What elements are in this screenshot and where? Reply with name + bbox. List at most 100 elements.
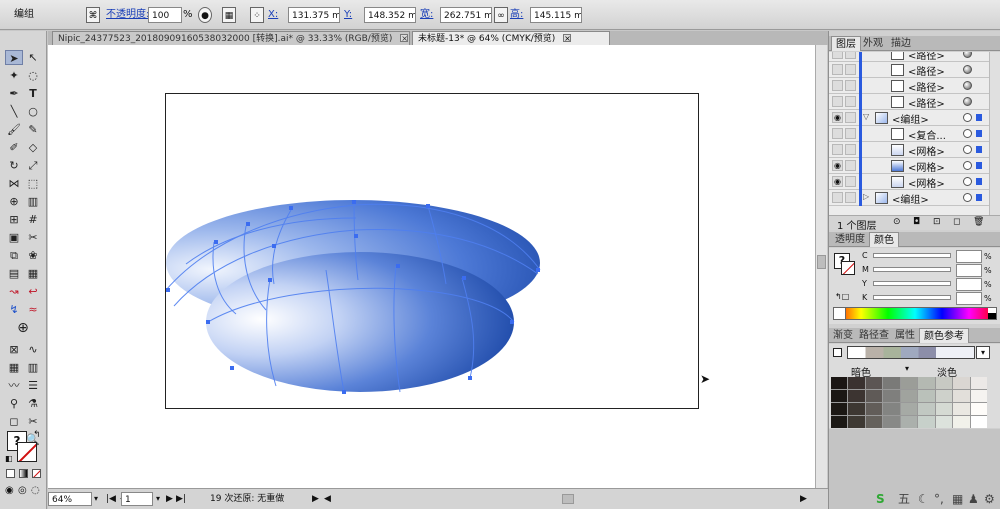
visibility-toggle-icon[interactable]: [832, 64, 843, 75]
draw-inside-icon[interactable]: ◌: [31, 485, 40, 496]
visibility-toggle-icon[interactable]: ◉: [832, 160, 843, 171]
clipping-mask-icon[interactable]: ◘: [913, 217, 920, 227]
x-input[interactable]: 131.375 mm: [288, 7, 340, 23]
base-color-swatch[interactable]: [833, 348, 842, 357]
layer-row[interactable]: <路径>: [829, 78, 989, 94]
perspective-tool-icon[interactable]: ⊞: [5, 212, 23, 227]
color-variation-swatch[interactable]: [935, 403, 953, 415]
pucker-tool-blue-icon[interactable]: ↯: [5, 302, 23, 317]
artboard-dropdown-icon[interactable]: ▾: [156, 492, 160, 506]
tab-gradient[interactable]: 渐变: [829, 328, 857, 343]
lock-toggle-icon[interactable]: [845, 80, 856, 91]
first-artboard-icon[interactable]: |◀: [106, 492, 116, 506]
color-variations-grid[interactable]: [831, 377, 987, 428]
artboard-tool-icon[interactable]: ⊠: [5, 342, 23, 357]
close-tab-icon[interactable]: ×: [563, 34, 572, 43]
color-spectrum-ramp[interactable]: [833, 307, 997, 320]
lock-toggle-icon[interactable]: [845, 128, 856, 139]
shape-builder-tool-icon[interactable]: ⊕: [5, 194, 23, 209]
color-variation-swatch[interactable]: [848, 403, 865, 415]
color-variation-swatch[interactable]: [848, 377, 865, 389]
target-circle-icon[interactable]: [963, 193, 972, 202]
align-tool-icon[interactable]: ☰: [24, 378, 42, 393]
target-circle-icon[interactable]: [963, 97, 972, 106]
height-input[interactable]: 145.115 mi: [530, 7, 582, 23]
layer-row[interactable]: <路径>: [829, 52, 989, 62]
constrain-link-icon[interactable]: ∞: [494, 7, 508, 23]
stroke-swatch-none-icon[interactable]: [17, 442, 37, 462]
tab-color[interactable]: 颜色: [869, 232, 899, 247]
lock-toggle-icon[interactable]: [845, 192, 856, 203]
tab-color-guide[interactable]: 颜色参考: [919, 328, 969, 343]
lock-toggle-icon[interactable]: [845, 96, 856, 107]
blob-brush-tool-icon[interactable]: ✐: [5, 140, 23, 155]
color-variation-swatch[interactable]: [953, 390, 970, 402]
color-variation-swatch[interactable]: [883, 403, 900, 415]
draw-normal-icon[interactable]: ◉: [5, 485, 14, 496]
lock-toggle-icon[interactable]: [845, 112, 856, 123]
line-tool-icon[interactable]: ╲: [5, 104, 23, 119]
measure-tool-icon[interactable]: ⚗: [24, 396, 42, 411]
color-variation-swatch[interactable]: [831, 390, 848, 402]
draw-behind-icon[interactable]: ◎: [18, 485, 27, 496]
free-transform-tool-icon[interactable]: ⬚: [24, 176, 42, 191]
canvas-area[interactable]: ➤: [48, 45, 815, 488]
color-variation-swatch[interactable]: [883, 416, 900, 428]
vertical-scrollbar[interactable]: [815, 45, 827, 488]
tab-attributes[interactable]: 属性: [891, 328, 919, 343]
artboard[interactable]: [165, 93, 699, 409]
color-variation-swatch[interactable]: [970, 377, 987, 389]
color-variation-swatch[interactable]: [970, 403, 987, 415]
tab-appearance[interactable]: 外观: [859, 36, 887, 51]
lasso-tool-icon[interactable]: ◌: [24, 68, 42, 83]
color-variation-swatch[interactable]: [900, 377, 918, 389]
align-icon[interactable]: ▦: [222, 7, 236, 23]
color-variation-swatch[interactable]: [865, 416, 883, 428]
twirl-tool-red-icon[interactable]: ↩: [24, 284, 42, 299]
hscroll-left-icon[interactable]: ◀: [324, 492, 331, 506]
color-mode-icon[interactable]: [6, 469, 15, 478]
crosshair-tool-icon[interactable]: ⊕: [14, 321, 32, 336]
layer-row[interactable]: <网格>: [829, 142, 989, 158]
none-swatch-icon[interactable]: [834, 308, 846, 319]
target-circle-icon[interactable]: [963, 81, 972, 90]
channel-k-input[interactable]: [956, 292, 982, 305]
knife-tool-icon[interactable]: ✂: [24, 414, 42, 429]
scale-tool-icon[interactable]: ⤢: [24, 158, 42, 173]
bloat-tool-red-icon[interactable]: ≈: [24, 302, 42, 317]
horizontal-scroll-thumb[interactable]: [562, 494, 574, 504]
channel-c-input[interactable]: [956, 250, 982, 263]
symbol-sprayer-tool-icon[interactable]: ❀: [24, 248, 42, 263]
color-variation-swatch[interactable]: [900, 390, 918, 402]
target-circle-icon[interactable]: [963, 129, 972, 138]
last-artboard-icon[interactable]: ▶|: [176, 492, 186, 506]
lock-toggle-icon[interactable]: [845, 144, 856, 155]
tab-layers[interactable]: 图层: [831, 36, 861, 51]
selection-tool-icon[interactable]: ➤: [5, 50, 23, 65]
moon-icon[interactable]: ☾: [918, 490, 929, 509]
width-tool-icon[interactable]: ⋈: [5, 176, 23, 191]
visibility-toggle-icon[interactable]: [832, 144, 843, 155]
eyedropper-icon[interactable]: ⚲: [5, 396, 23, 411]
target-circle-icon[interactable]: [963, 177, 972, 186]
reference-point-icon[interactable]: ⁘: [250, 7, 264, 23]
magic-wand-tool-icon[interactable]: ✦: [5, 68, 23, 83]
frame-tool-icon[interactable]: ◻: [5, 414, 23, 429]
color-variation-swatch[interactable]: [865, 377, 883, 389]
default-colors-icon[interactable]: ◧: [5, 454, 13, 463]
grid-tool-icon[interactable]: ▦: [5, 360, 23, 375]
channel-m-input[interactable]: [956, 264, 982, 277]
channel-m-slider[interactable]: [873, 267, 951, 272]
visibility-toggle-icon[interactable]: [832, 192, 843, 203]
channel-y-slider[interactable]: [873, 281, 951, 286]
visibility-toggle-icon[interactable]: [832, 80, 843, 91]
width-input[interactable]: 262.751 mi: [440, 7, 492, 23]
target-circle-icon[interactable]: [963, 65, 972, 74]
harmony-dropdown-icon[interactable]: ▾: [976, 346, 990, 359]
gear-icon[interactable]: ⚙: [984, 490, 995, 509]
pen-tool-icon[interactable]: ✒: [5, 86, 23, 101]
slice-tool-icon[interactable]: ∿: [24, 342, 42, 357]
visibility-toggle-icon[interactable]: [832, 128, 843, 139]
color-variation-swatch[interactable]: [935, 377, 953, 389]
color-variation-swatch[interactable]: [831, 403, 848, 415]
